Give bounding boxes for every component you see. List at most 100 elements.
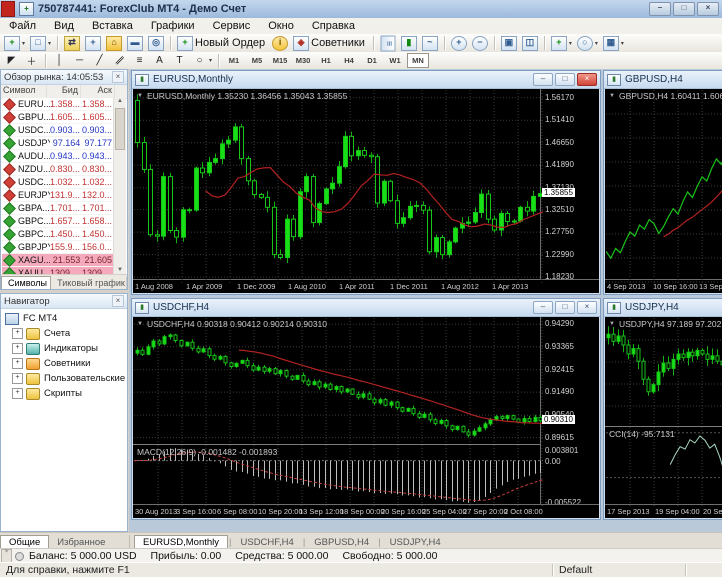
timeframe-button-w1[interactable]: W1 <box>384 53 406 68</box>
navigator-tab-0[interactable]: Общие <box>0 535 49 549</box>
timeframes-dropdown[interactable]: ○▾ <box>575 35 600 52</box>
data-window-toggle[interactable]: + <box>83 35 103 52</box>
chart-titlebar[interactable]: ▮ USDJPY,H4 <box>604 299 722 317</box>
metaeditor-button[interactable]: i <box>270 35 290 52</box>
chart-area-usdchf[interactable]: ▼ USDCHF,H4 0.90318 0.90412 0.90214 0.90… <box>133 317 599 518</box>
chart-line-button[interactable]: ~ <box>420 35 440 52</box>
tile-windows-button[interactable]: ◫ <box>520 35 540 52</box>
navigator-item-4[interactable]: +Скрипты <box>2 386 126 401</box>
indicators-dropdown[interactable]: +▾ <box>549 35 574 52</box>
navigator-root[interactable]: FC MT4 <box>2 311 126 326</box>
expand-icon[interactable]: + <box>12 328 23 339</box>
market-watch-row[interactable]: EURU...1.358...1.358... <box>2 98 114 111</box>
gbpusd-plot[interactable] <box>606 90 722 283</box>
timeframe-button-h1[interactable]: H1 <box>315 53 337 68</box>
market-watch-row[interactable]: GBPC...1.450...1.450... <box>2 228 114 241</box>
timeframe-button-m15[interactable]: M15 <box>269 53 291 68</box>
price-scale[interactable]: 0.942900.933650.924150.914900.905400.896… <box>540 317 599 505</box>
zoom-out-button[interactable]: − <box>470 35 490 52</box>
fibonacci-button[interactable]: ≡ <box>130 53 149 68</box>
market-watch-row[interactable]: NZDU...0.830...0.830... <box>2 163 114 176</box>
menu-item-0[interactable]: Файл <box>0 20 45 32</box>
close-button[interactable]: × <box>697 2 719 16</box>
timeframe-button-m5[interactable]: M5 <box>246 53 268 68</box>
maximize-button[interactable]: □ <box>673 2 695 16</box>
templates-dropdown[interactable]: ▦▾ <box>601 35 626 52</box>
timeframe-button-m1[interactable]: M1 <box>223 53 245 68</box>
chart-area-gbpusd[interactable]: ▼ GBPUSD,H4 1.60411 1.60629 1.603 4 Sep … <box>605 89 722 293</box>
shapes-dropdown[interactable]: ○▾ <box>190 53 214 68</box>
cci-plot[interactable] <box>606 427 722 507</box>
chart-bars-button[interactable]: ≡ <box>378 35 398 52</box>
chart-tab-0[interactable]: EURUSD,Monthly <box>134 535 228 549</box>
chart-titlebar[interactable]: ▮ EURUSD,Monthly – □ × <box>132 71 600 89</box>
new-chart-button[interactable]: +▾ <box>2 35 27 52</box>
channel-button[interactable]: ∥ <box>110 53 129 68</box>
market-watch-row[interactable]: XAUU...1309....1309.... <box>2 267 114 274</box>
column-header-0[interactable]: Символ <box>1 85 47 98</box>
eurusd-plot[interactable] <box>134 90 543 283</box>
market-watch-row[interactable]: GBPJPY155.9...156.0... <box>2 241 114 254</box>
strategy-tester-toggle[interactable]: ◎ <box>146 35 166 52</box>
timeframe-button-m30[interactable]: M30 <box>292 53 314 68</box>
market-watch-tab-1[interactable]: Тиковый график <box>51 277 127 289</box>
close-icon[interactable]: × <box>112 71 124 83</box>
menu-item-6[interactable]: Справка <box>303 20 364 32</box>
cursor-button[interactable]: ◤ <box>2 53 21 68</box>
profiles-button[interactable]: □▾ <box>28 35 53 52</box>
horizontal-line-button[interactable]: ─ <box>70 53 89 68</box>
terminal-toggle[interactable]: ▬ <box>125 35 145 52</box>
market-watch-row[interactable]: GBPA...1.701...1.701... <box>2 202 114 215</box>
usdchf-plot[interactable] <box>134 318 543 444</box>
chart-area-eurusd[interactable]: ▼ EURUSD,Monthly 1.35230 1.36456 1.35043… <box>133 89 599 293</box>
minimize-button[interactable]: – <box>533 73 553 86</box>
zoom-in-button[interactable]: + <box>449 35 469 52</box>
market-watch-row[interactable]: XAGU...21.55321.605 <box>2 254 114 267</box>
market-watch-row[interactable]: GBPU...1.605...1.605... <box>2 111 114 124</box>
market-watch-scrollbar[interactable]: ▲▼ <box>113 98 126 274</box>
menu-item-5[interactable]: Окно <box>259 20 303 32</box>
close-button[interactable]: × <box>577 301 597 314</box>
minimize-button[interactable]: – <box>533 301 553 314</box>
cascade-windows-button[interactable]: ▣ <box>499 35 519 52</box>
scroll-down-icon[interactable]: ▼ <box>114 267 126 273</box>
expand-icon[interactable]: + <box>12 373 23 384</box>
timeframe-button-h4[interactable]: H4 <box>338 53 360 68</box>
menu-item-1[interactable]: Вид <box>45 20 83 32</box>
column-header-2[interactable]: Аск <box>81 85 115 98</box>
chart-titlebar[interactable]: ▮ USDCHF,H4 – □ × <box>132 299 600 317</box>
menu-item-2[interactable]: Вставка <box>83 20 142 32</box>
price-scale[interactable]: 1.561701.514101.466501.418901.371301.325… <box>540 89 599 280</box>
navigator-item-1[interactable]: +Индикаторы <box>2 341 126 356</box>
market-watch-row[interactable]: USDC...0.903...0.903... <box>2 124 114 137</box>
expand-icon[interactable]: + <box>12 343 23 354</box>
trendline-button[interactable]: ╱ <box>90 53 109 68</box>
chart-area-usdjpy[interactable]: ▼ USDJPY,H4 97.189 97.202 96.981 9 CCI(1… <box>605 317 722 518</box>
navigator-item-3[interactable]: +Пользовательские Инди <box>2 371 126 386</box>
experts-button[interactable]: ◈ Советники <box>291 35 369 52</box>
crosshair-button[interactable]: ＋ <box>22 53 41 68</box>
titlebar[interactable]: + 750787441: ForexClub MT4 - Демо Счет –… <box>0 0 722 19</box>
column-header-1[interactable]: Бид <box>47 85 81 98</box>
minimize-button[interactable]: – <box>649 2 671 16</box>
vertical-line-button[interactable]: │ <box>50 53 69 68</box>
close-button[interactable]: × <box>577 73 597 86</box>
timeframe-button-mn[interactable]: MN <box>407 53 429 68</box>
menu-item-4[interactable]: Сервис <box>204 20 260 32</box>
market-watch-row[interactable]: USDJPY97.16497.177 <box>2 137 114 150</box>
market-watch-row[interactable]: AUDU...0.943...0.943... <box>2 150 114 163</box>
market-watch-row[interactable]: EURJPY131.9...132.0... <box>2 189 114 202</box>
text-button[interactable]: A <box>150 53 169 68</box>
chart-candles-button[interactable]: ▮ <box>399 35 419 52</box>
expand-icon[interactable]: + <box>12 358 23 369</box>
terminal-grip[interactable]: × <box>1 549 12 563</box>
status-profile[interactable]: Default <box>553 564 686 576</box>
navigator-item-2[interactable]: +Советники <box>2 356 126 371</box>
menu-item-3[interactable]: Графики <box>142 20 204 32</box>
expand-icon[interactable]: + <box>12 388 23 399</box>
navigator-item-0[interactable]: +Счета <box>2 326 126 341</box>
market-watch-tab-0[interactable]: Символы <box>1 276 51 289</box>
close-icon[interactable]: × <box>112 295 124 307</box>
market-watch-row[interactable]: USDC...1.032...1.032... <box>2 176 114 189</box>
chart-titlebar[interactable]: ▮ GBPUSD,H4 <box>604 71 722 89</box>
